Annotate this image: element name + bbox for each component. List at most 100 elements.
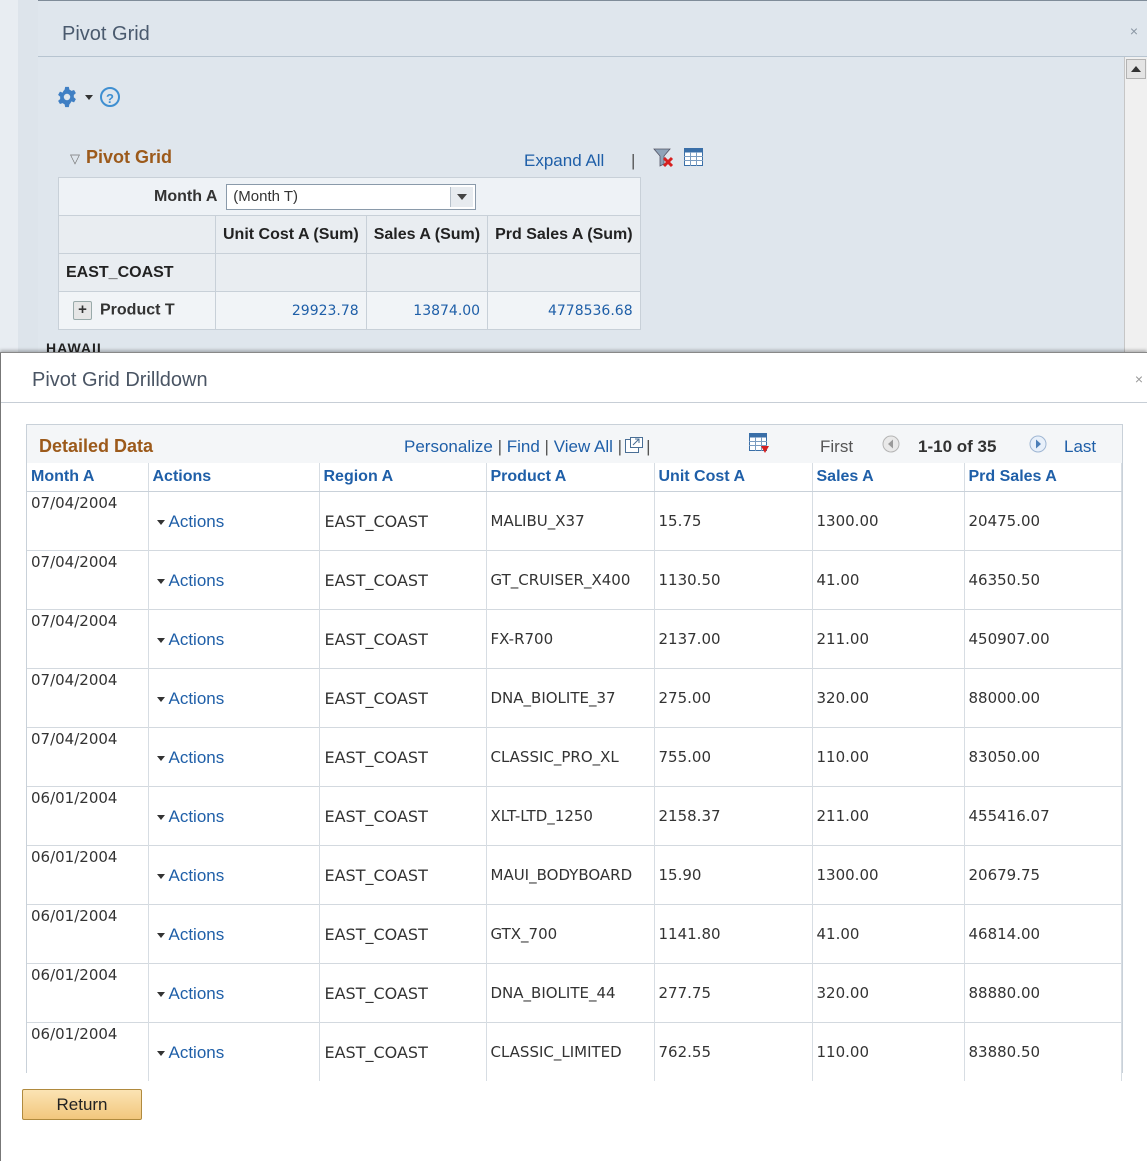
month-select[interactable]: (Month T) <box>226 183 477 210</box>
pivot-region-empty <box>215 253 367 292</box>
actions-menu-link[interactable]: Actions <box>169 689 225 708</box>
actions-menu-link[interactable]: Actions <box>169 630 225 649</box>
plus-icon[interactable]: + <box>73 301 92 320</box>
cell-product: GTX_700 <box>486 904 655 964</box>
next-icon[interactable] <box>1029 435 1047 453</box>
actions-menu-link[interactable]: Actions <box>169 807 225 826</box>
column-header-prd-sales[interactable]: Prd Sales A <box>964 463 1122 492</box>
chevron-down-icon[interactable] <box>156 991 165 997</box>
cell-actions[interactable]: Actions <box>148 491 320 551</box>
cell-region: EAST_COAST <box>319 550 487 610</box>
separator: | <box>631 151 636 170</box>
column-header-product[interactable]: Product A <box>486 463 655 492</box>
pivot-grid-window-title: Pivot Grid <box>62 23 150 45</box>
cell-actions[interactable]: Actions <box>148 609 320 669</box>
table-row: 06/01/2004 Actions EAST_COAST XLT-LTD_1250 2… <box>27 786 1122 846</box>
grid-title: Detailed Data <box>39 436 154 456</box>
pivot-value-sales[interactable]: 13874.00 <box>365 291 489 330</box>
cell-actions[interactable]: Actions <box>148 963 320 1023</box>
cell-prd-sales: 46814.00 <box>964 904 1122 964</box>
actions-menu-link[interactable]: Actions <box>169 925 225 944</box>
chevron-down-icon[interactable] <box>156 696 165 702</box>
cell-actions[interactable]: Actions <box>148 786 320 846</box>
actions-menu-link[interactable]: Actions <box>169 984 225 1003</box>
column-header-unit-cost[interactable]: Unit Cost A <box>654 463 813 492</box>
cell-actions[interactable]: Actions <box>148 904 320 964</box>
grid-icon[interactable] <box>684 148 703 166</box>
chevron-down-icon[interactable] <box>156 519 165 525</box>
expand-all-link[interactable]: Expand All <box>524 151 604 171</box>
pivot-grid-window: Pivot Grid × ? ▽ Pivot Grid Expand All | <box>38 0 1147 356</box>
cell-region: EAST_COAST <box>319 491 487 551</box>
pivot-corner-cell <box>58 215 216 254</box>
chevron-down-icon[interactable] <box>156 637 165 643</box>
close-icon[interactable]: × <box>1127 24 1141 38</box>
table-row: 07/04/2004 Actions EAST_COAST CLASSIC_PRO_X… <box>27 727 1122 787</box>
cell-unit-cost: 275.00 <box>654 668 813 728</box>
pivot-product-label: Product T <box>100 301 175 319</box>
previous-icon[interactable] <box>882 435 900 453</box>
cell-sales: 110.00 <box>812 727 965 787</box>
collapse-triangle-icon[interactable]: ▽ <box>70 151 80 166</box>
chevron-down-icon[interactable] <box>156 814 165 820</box>
chevron-down-icon[interactable] <box>450 186 474 207</box>
chevron-down-icon[interactable] <box>156 932 165 938</box>
cell-region: EAST_COAST <box>319 668 487 728</box>
pivot-grid-scrollbar[interactable] <box>1124 57 1147 356</box>
find-link[interactable]: Find <box>507 437 540 456</box>
zoom-icon[interactable] <box>625 437 644 453</box>
cell-sales: 1300.00 <box>812 491 965 551</box>
cell-product: MAUI_BODYBOARD <box>486 845 655 905</box>
settings-toolbar: ? <box>56 85 120 109</box>
cell-unit-cost: 1141.80 <box>654 904 813 964</box>
cell-prd-sales: 88000.00 <box>964 668 1122 728</box>
chevron-down-icon[interactable] <box>156 755 165 761</box>
chevron-down-icon[interactable] <box>156 1050 165 1056</box>
cell-actions[interactable]: Actions <box>148 668 320 728</box>
pivot-region-empty <box>365 253 489 292</box>
actions-menu-link[interactable]: Actions <box>169 748 225 767</box>
column-header-region[interactable]: Region A <box>319 463 487 492</box>
pivot-value-prd-sales[interactable]: 4778536.68 <box>487 291 641 330</box>
cell-month: 07/04/2004 <box>27 550 149 610</box>
cell-actions[interactable]: Actions <box>148 845 320 905</box>
scroll-up-icon[interactable] <box>1126 59 1146 79</box>
actions-menu-link[interactable]: Actions <box>169 571 225 590</box>
separator: | <box>544 437 549 456</box>
chevron-down-icon[interactable] <box>156 578 165 584</box>
chevron-down-icon[interactable] <box>156 873 165 879</box>
column-header-actions[interactable]: Actions <box>148 463 320 492</box>
cell-region: EAST_COAST <box>319 845 487 905</box>
column-header-sales[interactable]: Sales A <box>812 463 965 492</box>
cell-sales: 211.00 <box>812 609 965 669</box>
chevron-down-icon[interactable] <box>85 94 93 100</box>
download-icon[interactable] <box>749 433 770 454</box>
cell-actions[interactable]: Actions <box>148 727 320 787</box>
cell-unit-cost: 762.55 <box>654 1022 813 1081</box>
cell-actions[interactable]: Actions <box>148 550 320 610</box>
gear-icon[interactable] <box>56 86 78 108</box>
cell-product: DNA_BIOLITE_44 <box>486 963 655 1023</box>
close-icon[interactable]: × <box>1135 371 1143 387</box>
table-row: 07/04/2004 Actions EAST_COAST DNA_BIOLITE_3… <box>27 668 1122 728</box>
view-all-link[interactable]: View All <box>554 437 613 456</box>
pivot-grid-collapsible-title[interactable]: ▽ Pivot Grid <box>70 147 172 168</box>
actions-menu-link[interactable]: Actions <box>169 512 225 531</box>
personalize-link[interactable]: Personalize <box>404 437 493 456</box>
return-button[interactable]: Return <box>22 1089 142 1120</box>
filter-clear-icon[interactable] <box>653 147 675 169</box>
cell-actions[interactable]: Actions <box>148 1022 320 1081</box>
last-page-link[interactable]: Last <box>1064 437 1096 457</box>
actions-menu-link[interactable]: Actions <box>169 866 225 885</box>
cell-prd-sales: 46350.50 <box>964 550 1122 610</box>
table-row: 07/04/2004 Actions EAST_COAST MALIBU_X37 15.… <box>27 491 1122 551</box>
separator: | <box>497 437 502 456</box>
cell-prd-sales: 450907.00 <box>964 609 1122 669</box>
cell-product: MALIBU_X37 <box>486 491 655 551</box>
pivot-grid-header: ▽ Pivot Grid Expand All | <box>58 145 726 175</box>
column-header-month[interactable]: Month A <box>27 463 149 492</box>
help-icon[interactable]: ? <box>100 87 120 107</box>
actions-menu-link[interactable]: Actions <box>169 1043 225 1062</box>
pivot-value-unit-cost[interactable]: 29923.78 <box>215 291 367 330</box>
cell-unit-cost: 1130.50 <box>654 550 813 610</box>
